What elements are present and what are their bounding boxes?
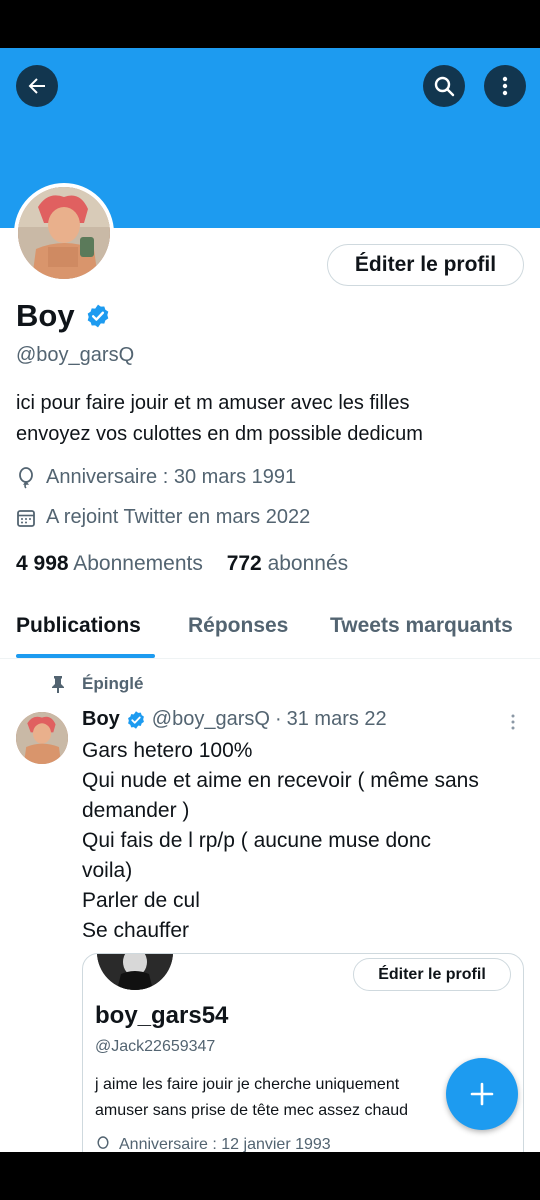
tweet-author-handle[interactable]: @boy_garsQ (152, 708, 270, 731)
following-link[interactable]: 4 998 Abonnements (16, 552, 203, 575)
joined-row: A rejoint Twitter en mars 2022 (16, 506, 310, 529)
search-button[interactable] (423, 65, 465, 107)
embed-avatar (97, 954, 173, 990)
pin-icon (52, 676, 64, 693)
plus-icon (470, 1082, 494, 1106)
tweet-date[interactable]: 31 mars 22 (287, 708, 387, 731)
bio-line: envoyez vos culottes en dm possible dedi… (16, 423, 423, 445)
pinned-label: Épinglé (82, 674, 144, 693)
follow-stats: 4 998 Abonnements 772 abonnés (16, 552, 348, 576)
more-vertical-icon (502, 76, 508, 96)
profile-bio: ici pour faire jouir et m amuser avec le… (16, 388, 526, 450)
tweet-line: Qui fais de l rp/p ( aucune muse donc (82, 829, 432, 852)
profile-tabs: Publications Réponses Tweets marquants (0, 600, 540, 659)
pinned-indicator: Épinglé (50, 674, 143, 694)
tweet-line: Qui nude et aime en recevoir ( même sans (82, 769, 479, 792)
embed-bio-line: amuser sans prise de tête mec assez chau… (95, 1102, 409, 1119)
arrow-left-icon (28, 78, 45, 94)
active-tab-indicator (16, 654, 155, 658)
more-vertical-icon (511, 714, 515, 730)
birthday-text: Anniversaire : 30 mars 1991 (46, 466, 297, 488)
followers-count: 772 (226, 552, 262, 575)
followers-label: abonnés (267, 552, 349, 575)
tweet-header: Boy @boy_garsQ · 31 mars 22 (82, 708, 387, 731)
tweet-more-button[interactable] (508, 712, 518, 737)
navigation-bar (0, 1152, 540, 1200)
more-options-button[interactable] (484, 65, 526, 107)
tweet-line: Parler de cul (82, 889, 200, 912)
tab-reponses[interactable]: Réponses (188, 614, 288, 638)
tweet-author-avatar[interactable] (16, 712, 68, 764)
verified-badge-icon[interactable] (85, 303, 111, 329)
tweet-author-name[interactable]: Boy (82, 708, 120, 731)
following-label: Abonnements (73, 552, 203, 575)
tweet-line: voila) (82, 859, 133, 882)
compose-button[interactable] (446, 1058, 518, 1130)
followers-link[interactable]: 772 abonnés (227, 552, 348, 575)
tweet-text: Gars hetero 100% Qui nude et aime en rec… (82, 736, 527, 946)
embed-name: boy_gars54 (95, 1002, 229, 1029)
bio-line: ici pour faire jouir et m amuser avec le… (16, 392, 410, 414)
joined-text: A rejoint Twitter en mars 2022 (46, 506, 311, 528)
profile-name-row: Boy (16, 298, 111, 334)
birthday-row: Anniversaire : 30 mars 1991 (16, 466, 296, 489)
tweet-line: demander ) (82, 799, 190, 822)
calendar-icon (17, 509, 35, 527)
tweet-line: Se chauffer (82, 919, 190, 942)
embed-bio: j aime les faire jouir je cherche unique… (95, 1072, 408, 1124)
following-count: 4 998 (16, 552, 69, 575)
embed-edit-profile-button: Éditer le profil (353, 958, 511, 991)
status-bar (0, 0, 540, 48)
embed-bio-line: j aime les faire jouir je cherche unique… (95, 1076, 400, 1093)
edit-profile-button[interactable]: Éditer le profil (327, 244, 524, 286)
back-button[interactable] (16, 65, 58, 107)
tweet-line: Gars hetero 100% (82, 739, 253, 762)
embed-handle: @Jack22659347 (95, 1038, 216, 1055)
search-icon (434, 76, 455, 97)
profile-name: Boy (16, 298, 75, 333)
tab-publications[interactable]: Publications (16, 614, 141, 638)
profile-handle: @boy_garsQ (16, 344, 135, 366)
tab-tweets-marquants[interactable]: Tweets marquants (330, 614, 513, 638)
profile-avatar[interactable] (14, 183, 114, 283)
separator-dot: · (274, 708, 282, 730)
balloon-icon (19, 466, 33, 489)
verified-badge-icon (127, 710, 144, 729)
